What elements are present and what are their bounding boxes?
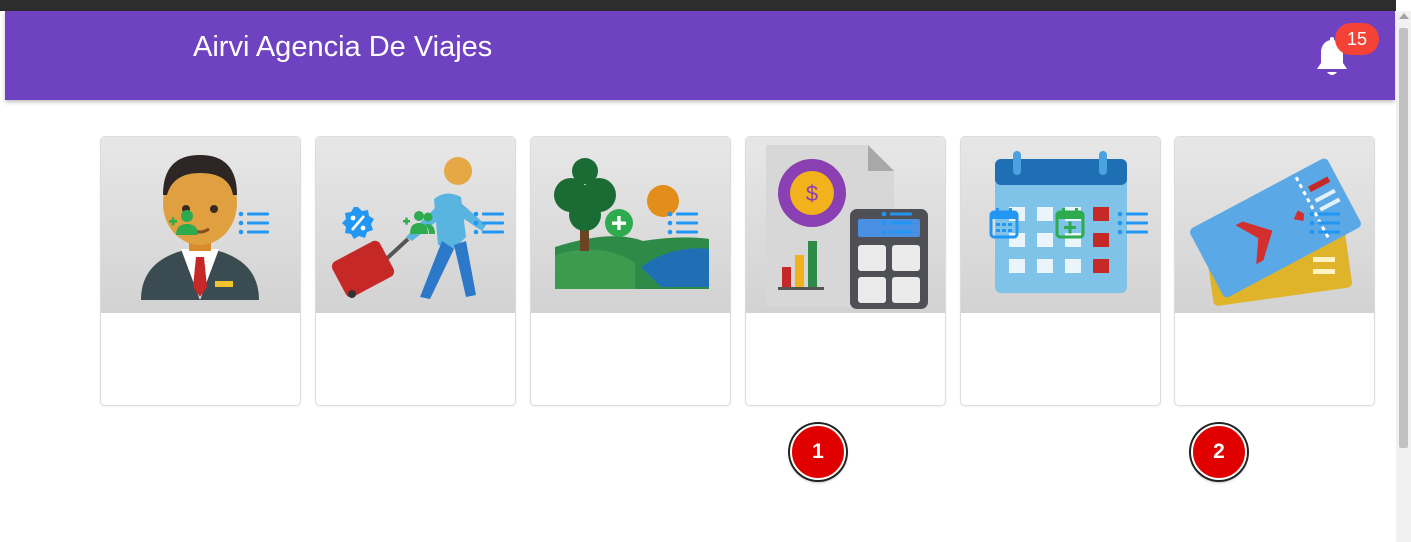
notification-badge[interactable]: 15 bbox=[1335, 23, 1379, 55]
card-finance: $ bbox=[745, 136, 946, 406]
calendar-view-icon bbox=[989, 208, 1019, 239]
card-calendar bbox=[960, 136, 1161, 406]
list-icon bbox=[1117, 211, 1148, 235]
add-destination-button[interactable] bbox=[601, 205, 637, 241]
calendar-view-button[interactable] bbox=[986, 205, 1022, 241]
card-employee bbox=[100, 136, 301, 406]
annotation-marker-1: 1 bbox=[790, 424, 846, 480]
card-destination bbox=[530, 136, 731, 406]
list-icon bbox=[238, 211, 269, 235]
add-group-button[interactable] bbox=[401, 205, 437, 241]
discount-badge-icon bbox=[342, 207, 374, 239]
list-button[interactable] bbox=[666, 205, 702, 241]
svg-text:$: $ bbox=[806, 181, 818, 206]
window-top-border bbox=[0, 0, 1396, 11]
scroll-up-arrow[interactable] bbox=[1399, 13, 1409, 19]
list-button[interactable] bbox=[1308, 205, 1344, 241]
card-tickets bbox=[1174, 136, 1375, 406]
discount-button[interactable] bbox=[340, 205, 376, 241]
card-image[interactable] bbox=[1175, 137, 1374, 313]
list-button[interactable] bbox=[1116, 205, 1152, 241]
card-traveler bbox=[315, 136, 516, 406]
calendar-add-button[interactable] bbox=[1052, 205, 1088, 241]
annotation-marker-2: 2 bbox=[1191, 424, 1247, 480]
list-icon bbox=[473, 211, 504, 235]
calendar-add-icon bbox=[1055, 208, 1085, 239]
app-title: Airvi Agencia De Viajes bbox=[193, 31, 493, 63]
add-group-icon bbox=[403, 211, 435, 234]
list-icon bbox=[667, 211, 698, 235]
list-button[interactable] bbox=[472, 205, 508, 241]
flight-ticket-icon bbox=[1190, 158, 1361, 306]
add-user-button[interactable] bbox=[166, 205, 202, 241]
scrollbar-thumb[interactable] bbox=[1399, 28, 1408, 448]
list-icon bbox=[1309, 211, 1340, 235]
add-circle-icon bbox=[605, 209, 633, 237]
add-user-icon bbox=[169, 210, 198, 235]
list-button[interactable] bbox=[237, 205, 273, 241]
list-button[interactable] bbox=[880, 205, 916, 241]
list-icon bbox=[881, 211, 912, 235]
